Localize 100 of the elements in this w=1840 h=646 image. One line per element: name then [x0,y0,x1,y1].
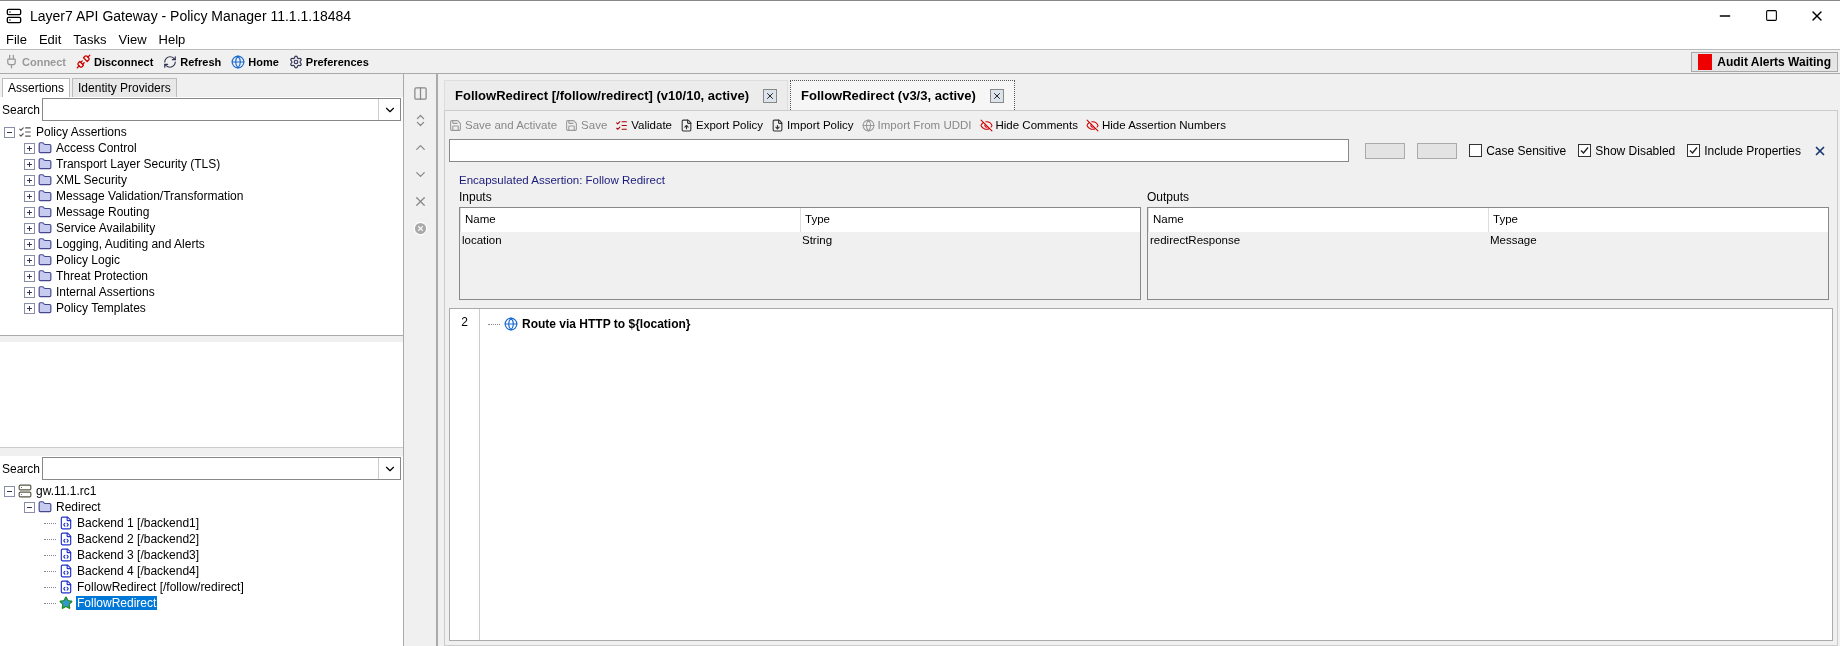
column-header: Type [800,208,1140,232]
tree-item[interactable]: Message Routing [55,205,151,219]
globe-icon [861,118,875,132]
table-cell-text: redirectResponse [1149,233,1242,248]
section-label: Outputs [1147,190,1191,204]
table-cell-text: Message [1489,233,1538,248]
maximize-icon[interactable] [1764,9,1778,22]
save-icon [565,118,579,132]
expand-toggle-icon[interactable] [24,158,35,170]
hide-icon [1085,118,1099,132]
toolbar-button[interactable]: Hide Comments [979,118,1078,132]
policy-icon [59,564,73,578]
collapse-toggle-icon[interactable] [4,126,15,138]
panel-tab[interactable]: Identity Providers [72,78,177,97]
tree-item[interactable]: Logging, Auditing and Alerts [55,237,206,251]
tree-item[interactable]: Backend 2 [/backend2] [76,532,201,546]
policy-icon [59,532,73,546]
expand-toggle-icon[interactable] [24,222,35,234]
toolbar-button[interactable]: Preferences [286,54,371,69]
window-title: Layer7 API Gateway - Policy Manager 11.1.1.18484 [30,7,353,24]
toolbar-button[interactable]: Disconnect [74,54,156,69]
menu-item[interactable]: Tasks [69,32,111,47]
expand-toggle-icon[interactable] [24,286,35,298]
tree-item[interactable]: FollowRedirect [76,596,158,610]
expand-toggle-icon[interactable] [24,254,35,266]
refresh-icon [163,54,178,69]
menu-item[interactable]: Help [154,32,190,47]
expand-toggle-icon[interactable] [24,206,35,218]
toolbar-button[interactable]: Home [229,54,281,69]
tree-item[interactable]: Policy Logic [55,253,122,267]
tree-item[interactable]: Backend 3 [/backend3] [76,548,201,562]
expand-toggle-icon[interactable] [24,174,35,186]
assertion-text[interactable]: Route via HTTP to ${location} [522,317,691,331]
toolbar-button[interactable]: Validate [615,118,672,132]
folder-icon [38,221,52,235]
tree-item[interactable]: Backend 4 [/backend4] [76,564,201,578]
tree-item[interactable]: Access Control [55,141,138,155]
toolbar-button[interactable]: Refresh [161,54,224,69]
star-icon [59,596,73,610]
column-header: Name [1148,208,1488,232]
toolbar-button[interactable]: Import Policy [771,118,854,132]
expand-toggle-icon[interactable] [24,270,35,282]
tree-item[interactable]: Policy Assertions [35,125,128,139]
folder-icon [38,205,52,219]
policy-icon [59,548,73,562]
globe-icon [504,317,518,331]
columns-icon[interactable] [412,86,428,101]
tree-item[interactable]: Internal Assertions [55,285,156,299]
tree-item[interactable]: Policy Templates [55,301,147,315]
line-number: 2 [460,315,469,331]
editor-tab[interactable]: FollowRedirect [/follow/redirect] (v10/10, active) [444,80,789,110]
expand-toggle-icon[interactable] [24,142,35,154]
column-header: Name [460,208,800,232]
tree-item[interactable]: Message Validation/Transformation [55,189,245,203]
panel-tab[interactable]: Assertions [2,78,71,97]
app-logo-icon [6,7,22,24]
close-icon[interactable] [989,88,1004,103]
folder-icon [38,269,52,283]
audit-alerts-button[interactable]: Audit Alerts Waiting [1691,51,1838,72]
globe-icon [231,54,246,69]
search-label: Search [2,102,41,117]
folder-icon [38,141,52,155]
menu-item[interactable]: File [2,32,31,47]
find-field[interactable] [449,139,1350,162]
close-icon[interactable] [763,88,778,103]
search-field[interactable] [42,457,401,480]
tree-item[interactable]: Threat Protection [55,269,150,283]
alert-icon [1698,53,1713,70]
folder-icon [38,301,52,315]
folder-icon [38,237,52,251]
server-icon [18,484,32,498]
expand-toggle-icon[interactable] [24,238,35,250]
collapse-toggle-icon[interactable] [4,485,15,497]
expand-toggle-icon[interactable] [24,190,35,202]
tree-item[interactable]: FollowRedirect [/follow/redirect] [76,580,245,594]
tree-item[interactable]: Backend 1 [/backend1] [76,516,201,530]
search-label: Search [2,461,41,476]
tree-item[interactable]: Service Availability [55,221,157,235]
collapse-toggle-icon[interactable] [24,501,35,513]
menu-item[interactable]: Edit [34,32,66,47]
menu-item[interactable]: View [114,32,151,47]
tree-item[interactable]: XML Security [55,173,128,187]
connect-icon [4,54,19,69]
folder-icon [38,157,52,171]
option-checkbox[interactable]: Case Sensitive [1469,143,1567,158]
option-checkbox[interactable]: Show Disabled [1578,143,1676,158]
tree-item[interactable]: Transport Layer Security (TLS) [55,157,222,171]
toolbar-button[interactable]: Hide Assertion Numbers [1085,118,1226,132]
tree-item[interactable]: Redirect [55,500,102,514]
toolbar-button[interactable]: Export Policy [680,118,764,132]
disconnect-icon [76,54,91,69]
editor-tab[interactable]: FollowRedirect (v3/3, active) [790,80,1015,110]
folder-icon [38,173,52,187]
option-checkbox[interactable]: Include Properties [1687,143,1801,158]
validate-icon [615,118,629,132]
tree-item[interactable]: gw.11.1.rc1 [35,484,98,498]
encapsulated-title: Encapsulated Assertion: Follow Redirect [459,174,666,186]
expand-toggle-icon[interactable] [24,302,35,314]
search-field[interactable] [42,98,401,121]
folder-icon [38,189,52,203]
